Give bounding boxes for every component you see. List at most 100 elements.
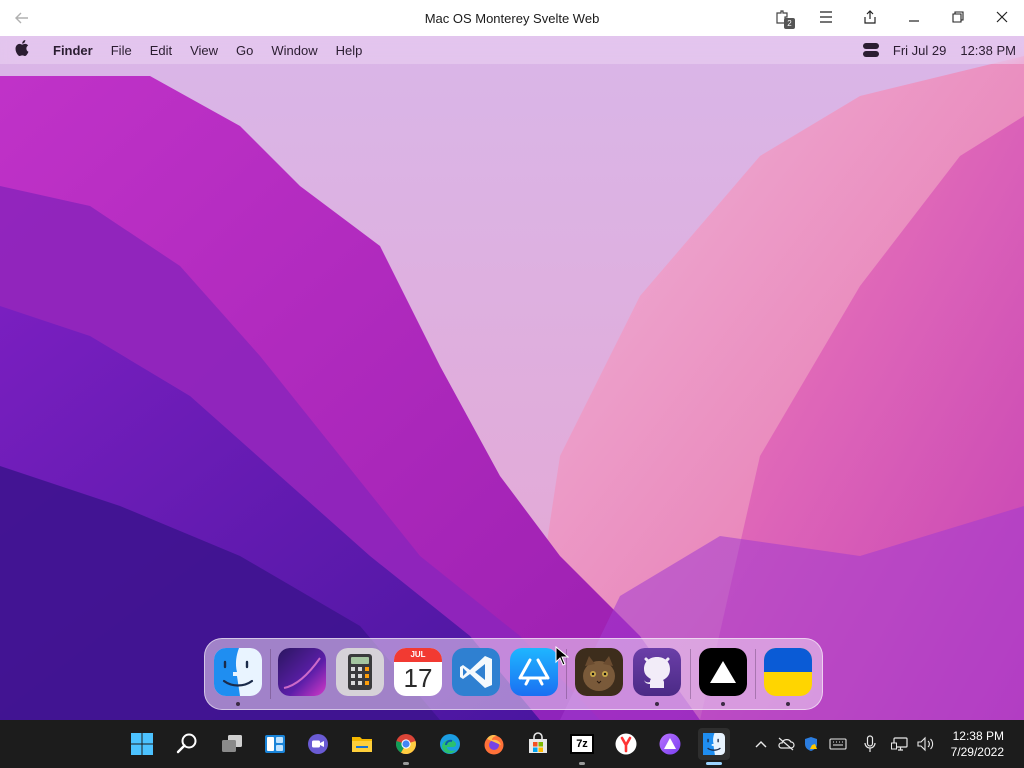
minimize-button[interactable] bbox=[892, 0, 936, 36]
alice-button[interactable] bbox=[654, 728, 686, 760]
mouse-cursor-icon bbox=[555, 646, 569, 666]
close-icon bbox=[996, 10, 1008, 26]
active-indicator bbox=[706, 762, 722, 765]
dock-app-store[interactable] bbox=[510, 648, 558, 696]
extensions-button[interactable]: 2 bbox=[760, 0, 804, 36]
task-view-icon bbox=[222, 735, 242, 752]
microsoft-store-icon bbox=[529, 732, 547, 753]
app-title-bar: Mac OS Monterey Svelte Web 2 bbox=[0, 0, 1024, 36]
dock-cat-photo[interactable] bbox=[575, 648, 623, 696]
tray-microphone[interactable] bbox=[860, 720, 880, 768]
calendar-day: 17 bbox=[403, 663, 433, 693]
firefox-icon bbox=[484, 735, 504, 755]
calendar-month: JUL bbox=[410, 650, 426, 659]
dock-separator bbox=[690, 649, 691, 699]
running-indicator bbox=[403, 762, 409, 765]
firefox-button[interactable] bbox=[478, 728, 510, 760]
tray-volume[interactable] bbox=[914, 720, 938, 768]
alice-icon bbox=[659, 733, 681, 755]
launchpad-icon bbox=[278, 648, 326, 696]
dock-vercel[interactable] bbox=[699, 648, 747, 696]
menu-edit[interactable]: Edit bbox=[141, 43, 181, 58]
search-icon bbox=[176, 733, 197, 754]
chrome-button[interactable] bbox=[390, 728, 422, 760]
taskbar-time: 12:38 PM bbox=[952, 729, 1004, 743]
finder-app-button[interactable] bbox=[698, 728, 730, 760]
chrome-icon bbox=[396, 734, 416, 755]
finder-icon bbox=[214, 648, 262, 696]
dock-calculator[interactable] bbox=[336, 648, 384, 696]
menu-button[interactable] bbox=[804, 0, 848, 36]
7zip-icon: 7z bbox=[570, 734, 594, 754]
teams-chat-button[interactable] bbox=[302, 728, 334, 760]
menu-window[interactable]: Window bbox=[262, 43, 326, 58]
menu-file[interactable]: File bbox=[102, 43, 141, 58]
running-indicator bbox=[655, 702, 659, 706]
dock-vscode[interactable] bbox=[452, 648, 500, 696]
widgets-button[interactable] bbox=[259, 728, 291, 760]
microphone-icon bbox=[864, 735, 876, 752]
share-button[interactable] bbox=[848, 0, 892, 36]
dock-calendar[interactable]: JUL 17 bbox=[394, 648, 442, 696]
keyboard-icon bbox=[829, 738, 847, 750]
yandex-button[interactable] bbox=[610, 728, 642, 760]
macos-desktop[interactable]: Finder File Edit View Go Window Help Fri… bbox=[0, 36, 1024, 720]
cat-photo-icon bbox=[575, 648, 623, 696]
dock-separator bbox=[270, 649, 271, 699]
menu-finder[interactable]: Finder bbox=[44, 43, 102, 58]
running-indicator bbox=[236, 702, 240, 706]
macos-menu-bar: Finder File Edit View Go Window Help Fri… bbox=[0, 36, 1024, 64]
file-explorer-icon bbox=[352, 737, 372, 752]
ukraine-flag-icon bbox=[764, 648, 812, 696]
defender-icon bbox=[805, 737, 817, 751]
cloud-off-icon bbox=[778, 737, 795, 751]
menubar-time[interactable]: 12:38 PM bbox=[960, 43, 1016, 58]
tray-defender[interactable] bbox=[800, 720, 822, 768]
menu-go[interactable]: Go bbox=[227, 43, 262, 58]
edge-button[interactable] bbox=[434, 728, 466, 760]
calculator-icon bbox=[336, 648, 384, 696]
chevron-up-icon bbox=[755, 741, 767, 748]
tray-network[interactable] bbox=[889, 720, 911, 768]
start-button[interactable] bbox=[126, 728, 158, 760]
finder-app-icon bbox=[703, 733, 725, 755]
dock-launchpad[interactable] bbox=[278, 648, 326, 696]
running-indicator bbox=[721, 702, 725, 706]
menu-icon bbox=[819, 10, 833, 26]
network-icon bbox=[891, 737, 908, 751]
tray-keyboard[interactable] bbox=[826, 720, 850, 768]
taskbar-search[interactable] bbox=[171, 728, 203, 760]
restore-button[interactable] bbox=[936, 0, 980, 36]
tray-overflow[interactable] bbox=[751, 720, 771, 768]
vercel-icon bbox=[699, 648, 747, 696]
windows-taskbar: 7z 12:38 PM 7/29/2022 bbox=[0, 720, 1024, 768]
github-icon bbox=[633, 648, 681, 696]
macos-dock: JUL 17 bbox=[204, 638, 823, 710]
close-button[interactable] bbox=[980, 0, 1024, 36]
vscode-icon bbox=[452, 648, 500, 696]
volume-icon bbox=[917, 736, 934, 752]
teams-chat-icon bbox=[308, 734, 328, 754]
dock-github[interactable] bbox=[633, 648, 681, 696]
task-view-button[interactable] bbox=[216, 728, 248, 760]
dock-finder[interactable] bbox=[214, 648, 262, 696]
dock-ukraine[interactable] bbox=[764, 648, 812, 696]
file-explorer-button[interactable] bbox=[346, 728, 378, 760]
microsoft-store-button[interactable] bbox=[522, 728, 554, 760]
back-arrow-icon[interactable] bbox=[0, 0, 44, 36]
control-center-icon[interactable] bbox=[862, 43, 879, 57]
edge-icon bbox=[440, 734, 460, 754]
menu-help[interactable]: Help bbox=[327, 43, 372, 58]
apple-logo-icon bbox=[15, 40, 29, 56]
taskbar-clock[interactable]: 12:38 PM 7/29/2022 bbox=[951, 728, 1004, 760]
menu-view[interactable]: View bbox=[181, 43, 227, 58]
extensions-badge: 2 bbox=[784, 18, 795, 29]
7zip-button[interactable]: 7z bbox=[566, 728, 598, 760]
dock-separator bbox=[755, 649, 756, 699]
menubar-date[interactable]: Fri Jul 29 bbox=[893, 43, 946, 58]
monterey-wallpaper bbox=[0, 36, 1024, 720]
share-icon bbox=[862, 9, 878, 28]
app-store-icon bbox=[510, 648, 558, 696]
tray-onedrive[interactable] bbox=[775, 720, 797, 768]
apple-menu[interactable] bbox=[0, 40, 44, 60]
